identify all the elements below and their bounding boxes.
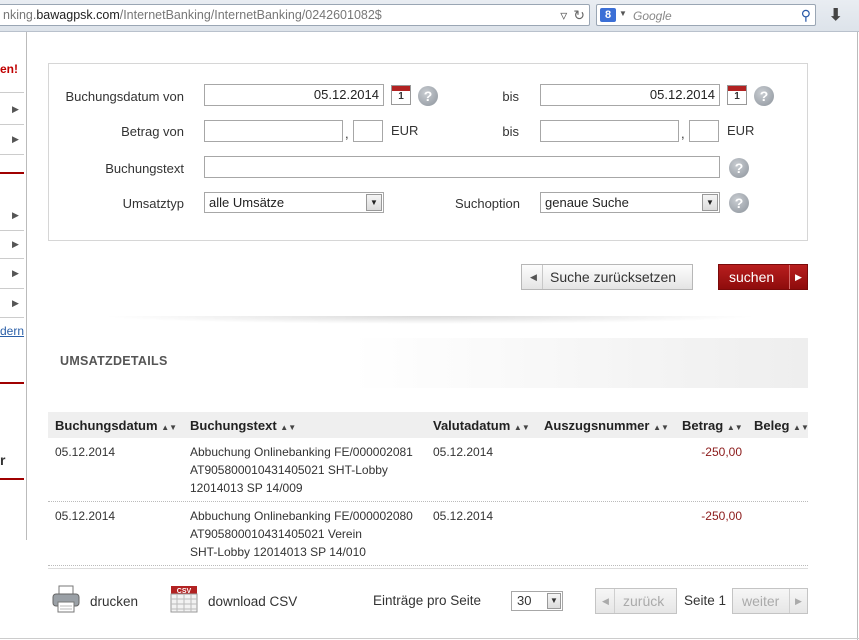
amount-to-comma: , <box>681 126 685 141</box>
chevron-left-icon: ◀ <box>530 272 537 282</box>
print-link[interactable]: drucken <box>90 594 138 609</box>
row-amount: -250,00 <box>701 509 742 523</box>
calendar-icon[interactable]: 1 <box>391 85 411 105</box>
browser-search-box[interactable]: 8 ▼ Google ⚲ <box>596 4 816 26</box>
help-icon[interactable]: ? <box>729 193 749 213</box>
col-amount[interactable]: Betrag ▲▼ <box>682 418 743 433</box>
chevron-right-icon: ▶ <box>795 596 802 606</box>
amount-to-currency: EUR <box>727 123 755 138</box>
entries-per-page-select[interactable]: 30 ▼ <box>511 591 563 611</box>
date-from-label: Buchungsdatum von <box>65 89 184 104</box>
search-option-select[interactable]: genaue Suche ▼ <box>540 192 720 213</box>
date-to-label: bis <box>502 89 519 104</box>
amount-from-comma: , <box>345 126 349 141</box>
amount-from-label: Betrag von <box>121 124 184 139</box>
search-engine-caret-icon[interactable]: ▼ <box>619 9 627 18</box>
col-booking-date[interactable]: Buchungsdatum ▲▼ <box>55 418 177 433</box>
transaction-type-label: Umsatztyp <box>122 196 184 211</box>
transaction-type-value: alle Umsätze <box>209 195 285 210</box>
browser-toolbar: nking.bawagpsk.com/InternetBanking/Inter… <box>0 0 859 32</box>
section-title: UMSATZDETAILS <box>60 354 168 368</box>
chevron-right-icon[interactable]: ▶ <box>12 268 19 279</box>
amount-to-input[interactable] <box>540 120 679 142</box>
sort-icon: ▲▼ <box>280 423 297 432</box>
download-csv-link[interactable]: download CSV <box>208 594 297 609</box>
row-text: Abbuchung Onlinebanking FE/000002081 AT9… <box>190 445 413 495</box>
col-receipt[interactable]: Beleg ▲▼ <box>754 418 809 433</box>
col-value-date[interactable]: Valutadatum ▲▼ <box>433 418 530 433</box>
next-page-button[interactable]: weiter ▶ <box>732 588 808 614</box>
table-row[interactable]: 05.12.2014 Abbuchung Onlinebanking FE/00… <box>48 438 808 502</box>
amount-to-cents-input[interactable] <box>689 120 719 142</box>
chevron-right-icon[interactable]: ▶ <box>12 210 19 221</box>
booking-text-input[interactable] <box>204 156 720 178</box>
search-option-label: Suchoption <box>454 196 520 211</box>
sidebar-link[interactable]: dern <box>0 324 24 338</box>
search-placeholder: Google <box>633 9 672 23</box>
sidebar-bold-text: r <box>0 452 6 468</box>
row-date: 05.12.2014 <box>55 509 116 523</box>
row-text: Abbuchung Onlinebanking FE/000002080 AT9… <box>190 509 413 559</box>
sidebar-red-text: en! <box>0 62 18 76</box>
col-statement-number[interactable]: Auszugsnummer ▲▼ <box>544 418 669 433</box>
help-icon[interactable]: ? <box>729 158 749 178</box>
google-icon[interactable]: 8 <box>600 8 616 22</box>
date-from-input[interactable]: 05.12.2014 <box>204 84 384 106</box>
amount-from-input[interactable] <box>204 120 343 142</box>
row-amount: -250,00 <box>701 445 742 459</box>
address-url: nking.bawagpsk.com/InternetBanking/Inter… <box>3 8 382 22</box>
entries-per-page-label: Einträge pro Seite <box>373 593 482 608</box>
address-bar[interactable]: nking.bawagpsk.com/InternetBanking/Inter… <box>0 4 590 26</box>
chevron-right-icon[interactable]: ▶ <box>12 298 19 309</box>
chevron-down-icon[interactable]: ▼ <box>547 593 561 609</box>
table-row[interactable]: 05.12.2014 Abbuchung Onlinebanking FE/00… <box>48 502 808 566</box>
col-booking-text[interactable]: Buchungstext ▲▼ <box>190 418 296 433</box>
chevron-right-icon[interactable]: ▶ <box>12 239 19 250</box>
booking-text-label: Buchungstext <box>105 161 184 176</box>
transaction-type-select[interactable]: alle Umsätze ▼ <box>204 192 384 213</box>
date-to-input[interactable]: 05.12.2014 <box>540 84 720 106</box>
row-date: 05.12.2014 <box>55 445 116 459</box>
search-button[interactable]: suchen ▶ <box>718 264 808 290</box>
reset-search-button[interactable]: ◀ Suche zurücksetzen <box>521 264 693 290</box>
sort-icon: ▲▼ <box>653 423 669 432</box>
chevron-down-icon[interactable]: ▼ <box>702 194 718 211</box>
table-header: Buchungsdatum ▲▼ Buchungstext ▲▼ Valutad… <box>48 412 809 438</box>
search-icon[interactable]: ⚲ <box>801 7 811 24</box>
amount-to-label: bis <box>502 124 519 139</box>
chevron-down-icon[interactable]: ▼ <box>366 194 382 211</box>
page-indicator: Seite 1 <box>684 593 727 608</box>
previous-page-button[interactable]: ◀ zurück <box>595 588 677 614</box>
entries-per-page-value: 30 <box>517 593 532 608</box>
csv-download-icon[interactable]: CSV <box>168 583 200 615</box>
search-form: Buchungsdatum von 05.12.2014 1 ? bis 05.… <box>48 63 808 241</box>
chevron-right-icon[interactable]: ▶ <box>12 134 19 145</box>
sort-icon: ▲▼ <box>726 423 743 432</box>
chevron-left-icon: ◀ <box>602 596 609 606</box>
sidebar: en! ▶ ▶ ▶ ▶ ▶ ▶ dern r <box>0 32 27 540</box>
printer-icon[interactable] <box>50 583 82 615</box>
sort-icon: ▲▼ <box>513 423 530 432</box>
dropdown-icon[interactable]: ▿ <box>560 7 567 23</box>
chevron-right-icon: ▶ <box>795 272 802 282</box>
sort-icon: ▲▼ <box>793 423 809 432</box>
row-valuta: 05.12.2014 <box>433 445 494 459</box>
calendar-icon[interactable]: 1 <box>727 85 747 105</box>
help-icon[interactable]: ? <box>754 86 774 106</box>
download-arrow-icon[interactable]: ⬇ <box>829 5 842 25</box>
chevron-right-icon[interactable]: ▶ <box>12 104 19 115</box>
help-icon[interactable]: ? <box>418 86 438 106</box>
sort-icon: ▲▼ <box>161 423 178 432</box>
amount-from-currency: EUR <box>391 123 419 138</box>
search-option-value: genaue Suche <box>545 195 629 210</box>
section-header: UMSATZDETAILS <box>48 338 808 388</box>
amount-from-cents-input[interactable] <box>353 120 383 142</box>
reload-icon[interactable]: ↻ <box>573 7 585 23</box>
row-valuta: 05.12.2014 <box>433 509 494 523</box>
